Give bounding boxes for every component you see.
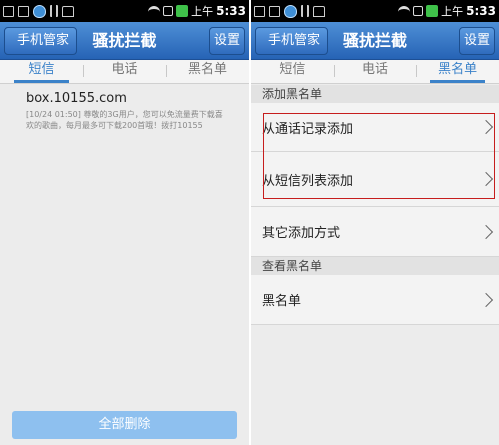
chevron-right-icon [478,292,494,307]
list-item-label: 从短信列表添加 [262,173,354,189]
blacklist-item[interactable]: 黑名单 [251,275,499,325]
message-sender: box.10155.com [26,91,127,106]
clock-time: 5:33 [216,4,246,18]
tab-calls[interactable]: 电话 [333,60,417,83]
list-item-label: 黑名单 [262,294,302,309]
market-icon [62,5,74,17]
wifi-icon [398,6,411,16]
title-bar: 骚扰拦截 手机管家 设置 [251,22,499,60]
signal-icon [413,6,424,16]
add-from-call-log-item[interactable]: 从通话记录添加 [251,103,499,152]
security-shield-icon [33,4,46,18]
delete-all-button[interactable]: 全部删除 [12,411,237,439]
tab-bar: 短信 电话 黑名单 [251,60,499,84]
notification-icon [3,5,14,17]
clock-time: 5:33 [466,4,496,18]
settings-button[interactable]: 设置 [459,27,495,55]
clock-period: 上午 [441,5,464,18]
battery-icon [426,5,439,17]
notification-icon [18,5,29,17]
title-bar: 骚扰拦截 手机管家 设置 [0,22,249,60]
tab-sms[interactable]: 短信 [251,60,334,83]
settings-button[interactable]: 设置 [209,27,245,55]
tab-sms[interactable]: 短信 [0,60,83,83]
right-screen: 上午 5:33 骚扰拦截 手机管家 设置 短信 电话 黑名单 添加黑名单 从通话… [251,0,499,445]
wifi-icon [148,6,161,16]
battery-icon [176,5,189,17]
notification-icon [269,5,280,17]
tab-blacklist[interactable]: 黑名单 [166,60,249,83]
usb-icon [50,5,58,17]
usb-icon [301,5,309,17]
status-bar: 上午 5:33 [251,0,499,22]
security-shield-icon [284,4,297,18]
signal-icon [163,6,174,16]
view-blacklist-section-header: 查看黑名单 [251,257,499,275]
chevron-right-icon [478,171,494,187]
back-button[interactable]: 手机管家 [255,27,329,55]
chevron-right-icon [478,119,494,135]
tab-bar: 短信 电话 黑名单 [0,60,249,84]
chevron-right-icon [478,224,494,239]
message-item[interactable]: box.10155.com [10/24 01:50] 尊敬的3G用户，您可以免… [0,86,249,135]
list-item-label: 从通话记录添加 [262,121,354,137]
add-from-sms-list-item[interactable]: 从短信列表添加 [251,152,499,207]
other-add-methods-item[interactable]: 其它添加方式 [251,207,499,257]
tab-calls[interactable]: 电话 [83,60,166,83]
list-item-label: 其它添加方式 [262,226,341,241]
add-blacklist-section-header: 添加黑名单 [251,85,499,103]
back-button[interactable]: 手机管家 [4,27,78,55]
message-preview: [10/24 01:50] 尊敬的3G用户，您可以免流量费下载喜欢的歌曲，每月最… [26,110,223,130]
left-screen: 上午 5:33 骚扰拦截 手机管家 设置 短信 电话 黑名单 box.10155… [0,0,249,445]
tab-blacklist[interactable]: 黑名单 [416,60,499,83]
notification-icon [254,5,265,17]
clock-period: 上午 [191,5,214,18]
market-icon [313,5,325,17]
status-bar: 上午 5:33 [0,0,249,22]
